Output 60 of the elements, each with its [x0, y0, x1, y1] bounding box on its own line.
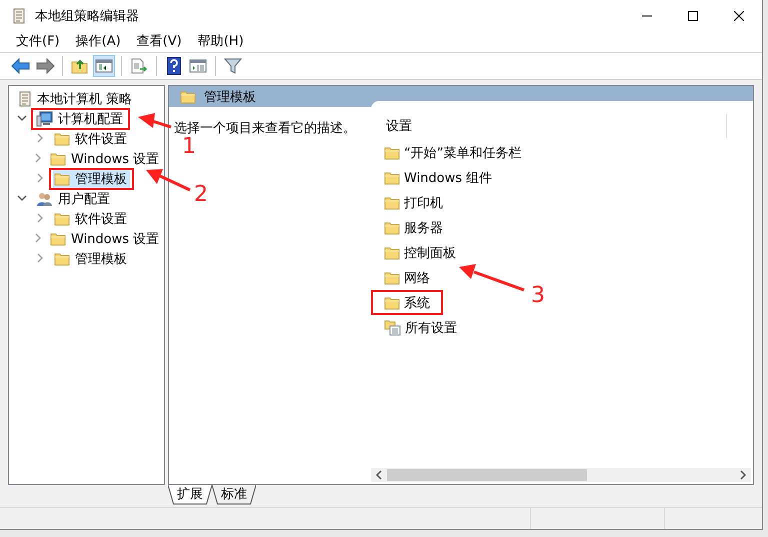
- view-tab[interactable]: 标准: [212, 485, 256, 505]
- folder-icon: [54, 252, 70, 266]
- pane-header-title: 管理模板: [204, 88, 256, 106]
- folder-icon: [180, 90, 196, 104]
- annotation-arrow: [138, 113, 172, 128]
- menu-item[interactable]: 查看(V): [128, 32, 190, 52]
- annotation-number: 3: [531, 285, 545, 307]
- setting-item[interactable]: Windows 组件: [381, 167, 496, 188]
- tree-item[interactable]: 计算机配置: [35, 110, 126, 128]
- tree-item[interactable]: 管理模板: [53, 250, 130, 268]
- menu-item[interactable]: 操作(A): [68, 32, 129, 52]
- scroll-icon: [18, 91, 32, 107]
- tree-item[interactable]: Windows 设置: [49, 150, 162, 168]
- computer-icon: [36, 111, 53, 127]
- folder-icon: [384, 220, 400, 234]
- folder-icon: [54, 212, 70, 226]
- folder-icon: [50, 152, 66, 166]
- setting-item[interactable]: 控制面板: [381, 242, 459, 263]
- column-header[interactable]: 设置: [371, 117, 726, 135]
- folder-icon: [384, 196, 400, 210]
- folder-icon: [384, 146, 400, 160]
- annotation-arrow: [146, 169, 191, 192]
- description-text: 选择一个项目来查看它的描述。: [174, 121, 356, 136]
- setting-item[interactable]: 网络: [381, 267, 433, 288]
- tree-item[interactable]: 软件设置: [53, 130, 130, 148]
- folder-icon: [54, 132, 70, 146]
- tree-item[interactable]: 管理模板: [53, 170, 130, 188]
- folder-icon: [384, 270, 400, 284]
- back-icon[interactable]: [10, 55, 32, 77]
- menu-item[interactable]: 文件(F): [8, 32, 68, 52]
- folder-icon: [384, 170, 400, 184]
- view-tab[interactable]: 扩展: [168, 485, 212, 505]
- tree-item[interactable]: 本地计算机 策略: [17, 90, 136, 108]
- annotation-number: 2: [194, 184, 208, 206]
- pane-toggle-icon[interactable]: [93, 55, 115, 77]
- tree-item[interactable]: 软件设置: [53, 210, 130, 228]
- horizontal-scrollbar[interactable]: [371, 468, 751, 482]
- folder-icon: [384, 246, 400, 260]
- setting-item[interactable]: “开始”菜单和任务栏: [381, 142, 524, 163]
- chevron-down-icon[interactable]: [17, 192, 27, 202]
- folder-icon: [50, 232, 66, 246]
- folder-icon: [54, 172, 70, 186]
- close-icon[interactable]: [734, 11, 744, 21]
- annotation-number: 1: [182, 136, 196, 158]
- chevron-down-icon[interactable]: [17, 112, 27, 122]
- window-title: 本地组策略编辑器: [35, 8, 140, 25]
- setting-item[interactable]: 所有设置: [381, 317, 460, 338]
- settings-list-icon: [384, 320, 401, 336]
- tree-item[interactable]: Windows 设置: [49, 230, 162, 248]
- app-icon: [12, 8, 26, 24]
- setting-item[interactable]: 打印机: [381, 192, 446, 213]
- users-icon: [36, 191, 53, 207]
- tree-item[interactable]: 用户配置: [35, 190, 113, 208]
- folder-icon: [384, 296, 400, 310]
- menu-item[interactable]: 帮助(H): [190, 32, 252, 52]
- setting-item[interactable]: 服务器: [381, 217, 446, 238]
- annotation-arrow: [459, 264, 524, 292]
- maximize-icon[interactable]: [688, 11, 698, 21]
- forward-icon[interactable]: [34, 55, 56, 77]
- setting-item[interactable]: 系统: [381, 292, 433, 313]
